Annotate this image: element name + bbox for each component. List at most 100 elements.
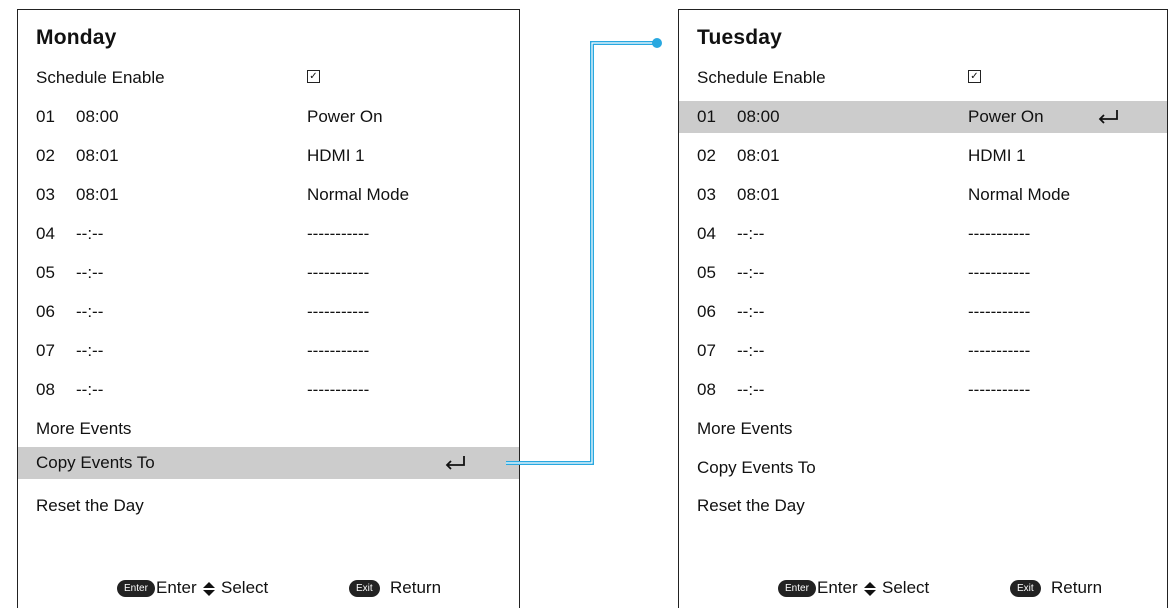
event-row-08[interactable]: 08 --:-- ----------- [679,374,1167,406]
event-row-04[interactable]: 04 --:-- ----------- [18,218,519,250]
event-number: 01 [697,107,716,126]
select-hint-label: Select [882,578,930,597]
event-time: --:-- [76,263,104,282]
event-number: 06 [697,302,716,321]
event-action: ----------- [307,263,370,282]
event-row-07[interactable]: 07 --:-- ----------- [679,335,1167,367]
schedule-enable-checkbox[interactable]: ✓ [307,70,320,83]
event-number: 02 [36,146,55,165]
event-number: 01 [36,107,55,126]
event-row-03[interactable]: 03 08:01 Normal Mode [679,179,1167,211]
exit-key-badge: Exit [1010,580,1041,597]
event-action: ----------- [307,380,370,399]
event-number: 05 [697,263,716,282]
event-number: 07 [697,341,716,360]
event-number: 06 [36,302,55,321]
event-number: 04 [697,224,716,243]
copy-events-label: Copy Events To [697,458,816,477]
event-row-08[interactable]: 08 --:-- ----------- [18,374,519,406]
event-action: ----------- [968,302,1031,321]
event-time: --:-- [737,224,765,243]
event-action: ----------- [307,224,370,243]
event-time: --:-- [76,341,104,360]
schedule-enable-checkbox[interactable]: ✓ [968,70,981,83]
event-row-05[interactable]: 05 --:-- ----------- [679,257,1167,289]
event-action: ----------- [968,341,1031,360]
event-row-03[interactable]: 03 08:01 Normal Mode [18,179,519,211]
more-events-item[interactable]: More Events [18,413,519,445]
schedule-enable-row[interactable]: Schedule Enable ✓ [679,62,1167,94]
event-action: ----------- [307,302,370,321]
event-row-05[interactable]: 05 --:-- ----------- [18,257,519,289]
event-action: ----------- [968,380,1031,399]
event-time: 08:01 [737,185,780,204]
more-events-label: More Events [697,419,793,438]
event-row-04[interactable]: 04 --:-- ----------- [679,218,1167,250]
copy-events-to-item[interactable]: Copy Events To [679,452,1167,484]
event-number: 04 [36,224,55,243]
enter-key-badge: Enter [778,580,816,597]
enter-hint-label: Enter [817,578,858,597]
reset-the-day-item[interactable]: Reset the Day [679,490,1167,522]
key-hint-footer: Enter Enter Select Exit Return [18,574,519,604]
enter-key-badge: Enter [117,580,155,597]
event-action: ----------- [307,341,370,360]
event-time: 08:01 [76,146,119,165]
event-time: 08:01 [737,146,780,165]
event-number: 03 [697,185,716,204]
copy-events-to-item[interactable]: Copy Events To [18,447,519,479]
event-time: --:-- [737,263,765,282]
event-time: --:-- [737,380,765,399]
event-time: 08:01 [76,185,119,204]
schedule-enable-label: Schedule Enable [697,68,826,87]
more-events-label: More Events [36,419,132,438]
osd-stage: Monday Schedule Enable ✓ 01 08:00 Power … [0,0,1170,608]
connector-endpoint-dot [652,38,662,48]
event-time: --:-- [76,302,104,321]
schedule-enable-label: Schedule Enable [36,68,165,87]
tuesday-panel: Tuesday Schedule Enable ✓ 01 08:00 Power… [678,9,1168,608]
event-time: --:-- [76,380,104,399]
reset-the-day-item[interactable]: Reset the Day [18,490,519,522]
event-row-07[interactable]: 07 --:-- ----------- [18,335,519,367]
reset-day-label: Reset the Day [697,496,805,515]
more-events-item[interactable]: More Events [679,413,1167,445]
enter-arrow-icon [1098,110,1118,124]
event-row-02[interactable]: 02 08:01 HDMI 1 [18,140,519,172]
schedule-enable-row[interactable]: Schedule Enable ✓ [18,62,519,94]
event-action: ----------- [968,224,1031,243]
event-row-06[interactable]: 06 --:-- ----------- [18,296,519,328]
select-hint-label: Select [221,578,269,597]
event-action: Normal Mode [307,185,410,204]
event-row-02[interactable]: 02 08:01 HDMI 1 [679,140,1167,172]
event-action: Power On [307,107,383,126]
panel-title: Tuesday [697,26,783,49]
event-number: 05 [36,263,55,282]
monday-panel: Monday Schedule Enable ✓ 01 08:00 Power … [17,9,520,608]
event-row-01[interactable]: 01 08:00 Power On [679,101,1167,133]
copy-events-label: Copy Events To [36,453,155,472]
event-number: 03 [36,185,55,204]
event-number: 08 [36,380,55,399]
event-number: 02 [697,146,716,165]
enter-hint-label: Enter [156,578,197,597]
panel-title: Monday [36,26,117,49]
reset-day-label: Reset the Day [36,496,144,515]
event-time: --:-- [76,224,104,243]
event-action: HDMI 1 [307,146,365,165]
event-time: --:-- [737,341,765,360]
up-down-arrow-icon [864,582,876,596]
event-action: Normal Mode [968,185,1071,204]
exit-key-badge: Exit [349,580,380,597]
enter-arrow-icon [445,456,465,470]
event-time: 08:00 [737,107,780,126]
event-row-01[interactable]: 01 08:00 Power On [18,101,519,133]
event-number: 08 [697,380,716,399]
key-hint-footer: Enter Enter Select Exit Return [679,574,1167,604]
event-row-06[interactable]: 06 --:-- ----------- [679,296,1167,328]
event-time: 08:00 [76,107,119,126]
up-down-arrow-icon [203,582,215,596]
event-time: --:-- [737,302,765,321]
event-number: 07 [36,341,55,360]
event-action: Power On [968,107,1044,126]
